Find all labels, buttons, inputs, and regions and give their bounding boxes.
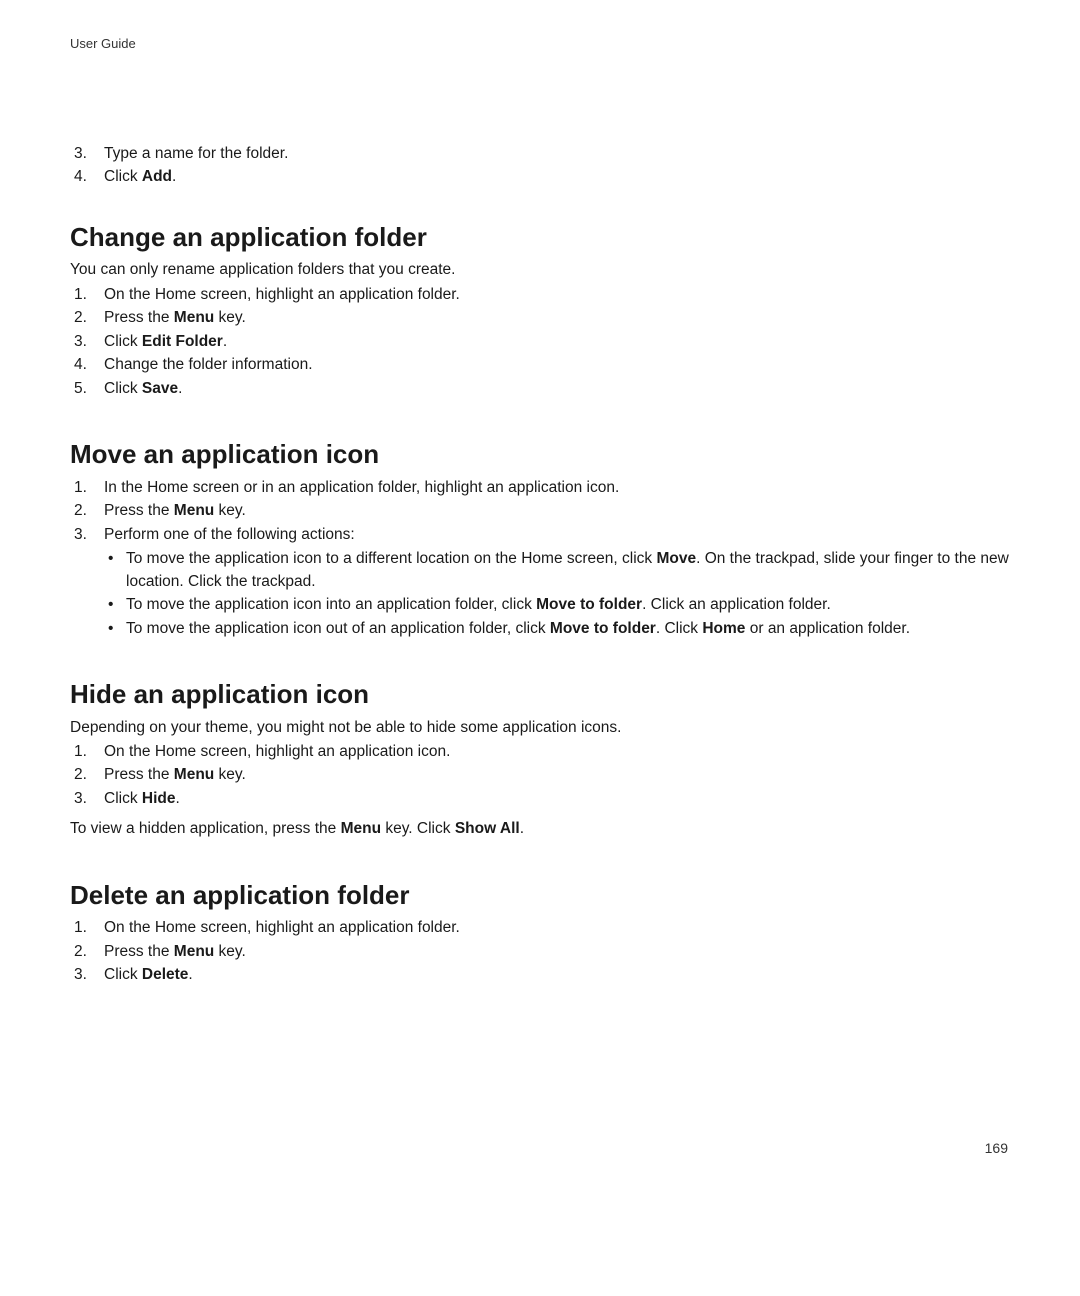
section-intro: You can only rename application folders … bbox=[70, 259, 1010, 281]
bold-term: Menu bbox=[174, 766, 214, 783]
section-heading: Move an application icon bbox=[70, 438, 1010, 471]
step-list: On the Home screen, highlight an applica… bbox=[70, 284, 1010, 400]
step-item: Perform one of the following actions:To … bbox=[70, 524, 1010, 640]
step-item: Type a name for the folder. bbox=[70, 143, 1010, 165]
step-list: On the Home screen, highlight an applica… bbox=[70, 741, 1010, 810]
bold-term: Move bbox=[656, 550, 696, 567]
section: Move an application icon In the Home scre… bbox=[70, 438, 1010, 640]
step-item: Change the folder information. bbox=[70, 354, 1010, 376]
bold-term: Show All bbox=[455, 820, 520, 837]
section: Change an application folder You can only… bbox=[70, 221, 1010, 400]
bold-term: Menu bbox=[341, 820, 381, 837]
step-item: Press the Menu key. bbox=[70, 941, 1010, 963]
bullet-item: To move the application icon into an app… bbox=[104, 594, 1010, 616]
section-heading: Delete an application folder bbox=[70, 879, 1010, 912]
bold-term: Edit Folder bbox=[142, 333, 223, 350]
step-list: Type a name for the folder.Click Add. bbox=[70, 143, 1010, 189]
prelude-steps: Type a name for the folder.Click Add. bbox=[70, 143, 1010, 189]
bold-term: Add bbox=[142, 168, 172, 185]
bold-term: Move to folder bbox=[550, 620, 656, 637]
page-number: 169 bbox=[985, 1140, 1008, 1156]
step-item: Click Edit Folder. bbox=[70, 331, 1010, 353]
step-item: Press the Menu key. bbox=[70, 307, 1010, 329]
section-heading: Change an application folder bbox=[70, 221, 1010, 254]
section-intro: Depending on your theme, you might not b… bbox=[70, 717, 1010, 739]
step-item: On the Home screen, highlight an applica… bbox=[70, 284, 1010, 306]
section: Hide an application icon Depending on you… bbox=[70, 678, 1010, 841]
step-item: Click Add. bbox=[70, 166, 1010, 188]
step-item: Press the Menu key. bbox=[70, 500, 1010, 522]
bold-term: Menu bbox=[174, 502, 214, 519]
bold-term: Home bbox=[702, 620, 745, 637]
bold-term: Delete bbox=[142, 966, 189, 983]
page-header: User Guide bbox=[70, 36, 1010, 51]
bullet-item: To move the application icon to a differ… bbox=[104, 548, 1010, 593]
step-item: Click Save. bbox=[70, 378, 1010, 400]
step-item: Click Hide. bbox=[70, 788, 1010, 810]
section-note: To view a hidden application, press the … bbox=[70, 818, 1010, 840]
bold-term: Move to folder bbox=[536, 596, 642, 613]
bold-term: Save bbox=[142, 380, 178, 397]
step-list: On the Home screen, highlight an applica… bbox=[70, 917, 1010, 986]
bold-term: Menu bbox=[174, 309, 214, 326]
bold-term: Hide bbox=[142, 790, 176, 807]
step-item: Press the Menu key. bbox=[70, 764, 1010, 786]
document-page: User Guide Type a name for the folder.Cl… bbox=[0, 0, 1080, 1296]
step-list: In the Home screen or in an application … bbox=[70, 477, 1010, 640]
bullet-item: To move the application icon out of an a… bbox=[104, 618, 1010, 640]
step-item: Click Delete. bbox=[70, 964, 1010, 986]
step-item: On the Home screen, highlight an applica… bbox=[70, 741, 1010, 763]
sections-container: Change an application folder You can only… bbox=[70, 221, 1010, 987]
step-item: In the Home screen or in an application … bbox=[70, 477, 1010, 499]
bold-term: Menu bbox=[174, 943, 214, 960]
step-item: On the Home screen, highlight an applica… bbox=[70, 917, 1010, 939]
section-heading: Hide an application icon bbox=[70, 678, 1010, 711]
bullet-list: To move the application icon to a differ… bbox=[104, 548, 1010, 640]
section: Delete an application folder On the Home … bbox=[70, 879, 1010, 987]
